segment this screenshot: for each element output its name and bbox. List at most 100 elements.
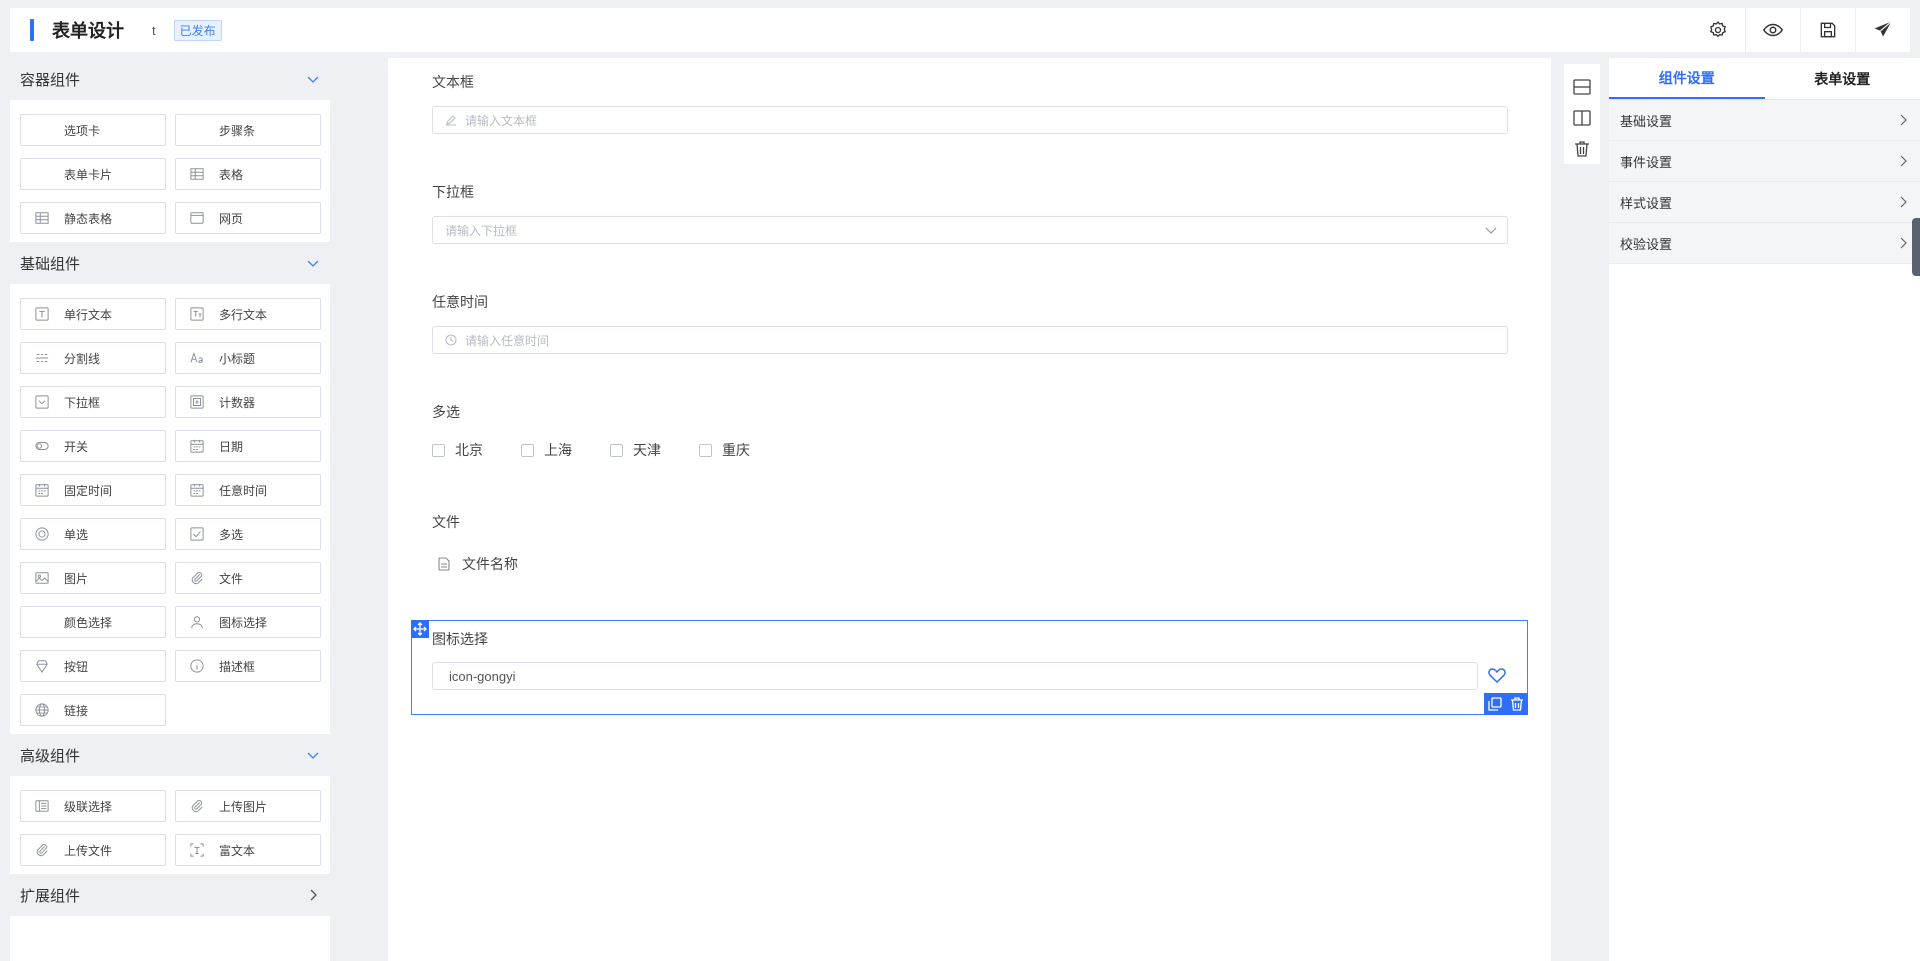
component-button[interactable]: 多选 [175, 518, 321, 550]
field-label: 下拉框 [432, 184, 474, 200]
component-button[interactable]: 下拉框 [20, 386, 166, 418]
row-label: 基础设置 [1620, 113, 1673, 129]
settings-button[interactable] [1690, 8, 1745, 52]
row-layout-button[interactable] [1573, 72, 1591, 103]
move-icon [413, 622, 427, 636]
component-button[interactable]: 开关 [20, 430, 166, 462]
field-label: 图标选择 [432, 631, 488, 647]
component-button[interactable]: 表单卡片 [20, 158, 166, 190]
checkbox-box[interactable] [610, 443, 623, 457]
row-label: 事件设置 [1620, 154, 1673, 170]
file-field-block[interactable]: 文件 文件名称 [432, 512, 1508, 574]
component-button[interactable]: 固定时间 [20, 474, 166, 506]
selected-icon-field-block[interactable]: 图标选择 icon-gongyi [411, 620, 1528, 715]
publish-button[interactable] [1855, 8, 1910, 52]
component-button[interactable]: 网页 [175, 202, 321, 234]
component-button[interactable]: 单选 [20, 518, 166, 550]
checkbox-label: 天津 [633, 442, 661, 458]
select-input[interactable]: 请输入下拉框 [432, 216, 1508, 244]
group-header-advanced[interactable]: 高级组件 [10, 734, 330, 776]
column-layout-button[interactable] [1573, 103, 1591, 134]
settings-row-validation[interactable]: 校验设置 [1609, 223, 1920, 264]
component-label: 描述框 [219, 659, 256, 674]
trash-icon[interactable] [1510, 697, 1524, 711]
clock-icon [445, 334, 457, 346]
checkbox-tianjin[interactable]: 天津 [610, 440, 661, 460]
component-button[interactable]: 级联选择 [20, 790, 166, 822]
component-button[interactable]: 多行文本 [175, 298, 321, 330]
component-button[interactable]: 上传文件 [20, 834, 166, 866]
preview-button[interactable] [1745, 8, 1800, 52]
clear-button[interactable] [1574, 133, 1590, 164]
component-button[interactable]: 按钮 [20, 650, 166, 682]
component-label: 级联选择 [64, 799, 113, 814]
checkbox-box[interactable] [432, 443, 445, 457]
select-field-block[interactable]: 下拉框 请输入下拉框 [432, 182, 1508, 244]
chevron-right-icon [1900, 114, 1907, 126]
save-button[interactable] [1800, 8, 1855, 52]
component-label: 按钮 [64, 659, 89, 674]
component-button[interactable]: 分割线 [20, 342, 166, 374]
tab-form-settings[interactable]: 表单设置 [1765, 58, 1920, 99]
settings-tabs: 组件设置 表单设置 [1609, 58, 1920, 100]
field-label: 任意时间 [432, 294, 488, 310]
component-button[interactable]: 任意时间 [175, 474, 321, 506]
time-field-block[interactable]: 任意时间 请输入任意时间 [432, 292, 1508, 354]
header-toolbar [1690, 8, 1910, 52]
component-button[interactable]: 计数器 [175, 386, 321, 418]
file-item[interactable]: 文件名称 [432, 554, 1508, 574]
component-button[interactable]: 颜色选择 [20, 606, 166, 638]
component-label: 网页 [219, 211, 244, 226]
component-button[interactable]: 上传图片 [175, 790, 321, 822]
settings-panel: 组件设置 表单设置 基础设置 事件设置 样式设置 校验设置 [1609, 58, 1920, 961]
settings-row-events[interactable]: 事件设置 [1609, 141, 1920, 182]
component-button[interactable]: 选项卡 [20, 114, 166, 146]
move-handle[interactable] [411, 620, 429, 638]
trash-icon [1575, 141, 1589, 157]
component-button[interactable]: 描述框 [175, 650, 321, 682]
component-button[interactable]: 表格 [175, 158, 321, 190]
component-label: 富文本 [219, 843, 256, 858]
component-button[interactable]: 步骤条 [175, 114, 321, 146]
group-title: 基础组件 [20, 255, 81, 273]
checkbox-shanghai[interactable]: 上海 [521, 440, 572, 460]
component-label: 日期 [219, 439, 244, 454]
group-header-basic[interactable]: 基础组件 [10, 242, 330, 284]
component-button[interactable]: 图片 [20, 562, 166, 594]
text-field-block[interactable]: 文本框 请输入文本框 [432, 72, 1508, 134]
tab-component-settings[interactable]: 组件设置 [1609, 58, 1765, 99]
edit-icon [446, 115, 456, 126]
component-button[interactable]: 小标题 [175, 342, 321, 374]
component-button[interactable]: 单行文本 [20, 298, 166, 330]
field-label: 多选 [432, 404, 460, 420]
checkbox-chongqing[interactable]: 重庆 [699, 440, 750, 460]
component-button[interactable]: 图标选择 [175, 606, 321, 638]
text-input[interactable]: 请输入文本框 [432, 106, 1508, 134]
settings-row-style[interactable]: 样式设置 [1609, 182, 1920, 223]
settings-rows: 基础设置 事件设置 样式设置 校验设置 [1609, 100, 1920, 264]
icon-value-input[interactable]: icon-gongyi [432, 662, 1478, 690]
checkbox-box[interactable] [699, 443, 712, 457]
component-button[interactable]: 富文本 [175, 834, 321, 866]
component-label: 上传图片 [219, 799, 268, 814]
subtitle-icon [189, 350, 205, 366]
copy-icon[interactable] [1488, 697, 1502, 711]
calendar-icon [34, 482, 50, 498]
panel-resize-handle[interactable] [1912, 218, 1920, 276]
settings-row-basic[interactable]: 基础设置 [1609, 100, 1920, 141]
group-header-extension[interactable]: 扩展组件 [10, 874, 330, 916]
component-button[interactable]: 链接 [20, 694, 166, 726]
gear-icon [1709, 21, 1726, 38]
group-header-container[interactable]: 容器组件 [10, 58, 330, 100]
heart-icon[interactable] [1488, 667, 1506, 683]
component-button[interactable]: 日期 [175, 430, 321, 462]
checkbox-beijing[interactable]: 北京 [432, 440, 483, 460]
checkbox-box[interactable] [521, 443, 534, 457]
component-button[interactable]: 文件 [175, 562, 321, 594]
group-title: 高级组件 [20, 747, 81, 765]
component-button[interactable]: 静态表格 [20, 202, 166, 234]
checkbox-field-block[interactable]: 多选 北京 上海 天津 重庆 [432, 402, 1508, 460]
component-label: 表单卡片 [64, 167, 113, 182]
counter-icon [189, 394, 205, 410]
time-input[interactable]: 请输入任意时间 [432, 326, 1508, 354]
